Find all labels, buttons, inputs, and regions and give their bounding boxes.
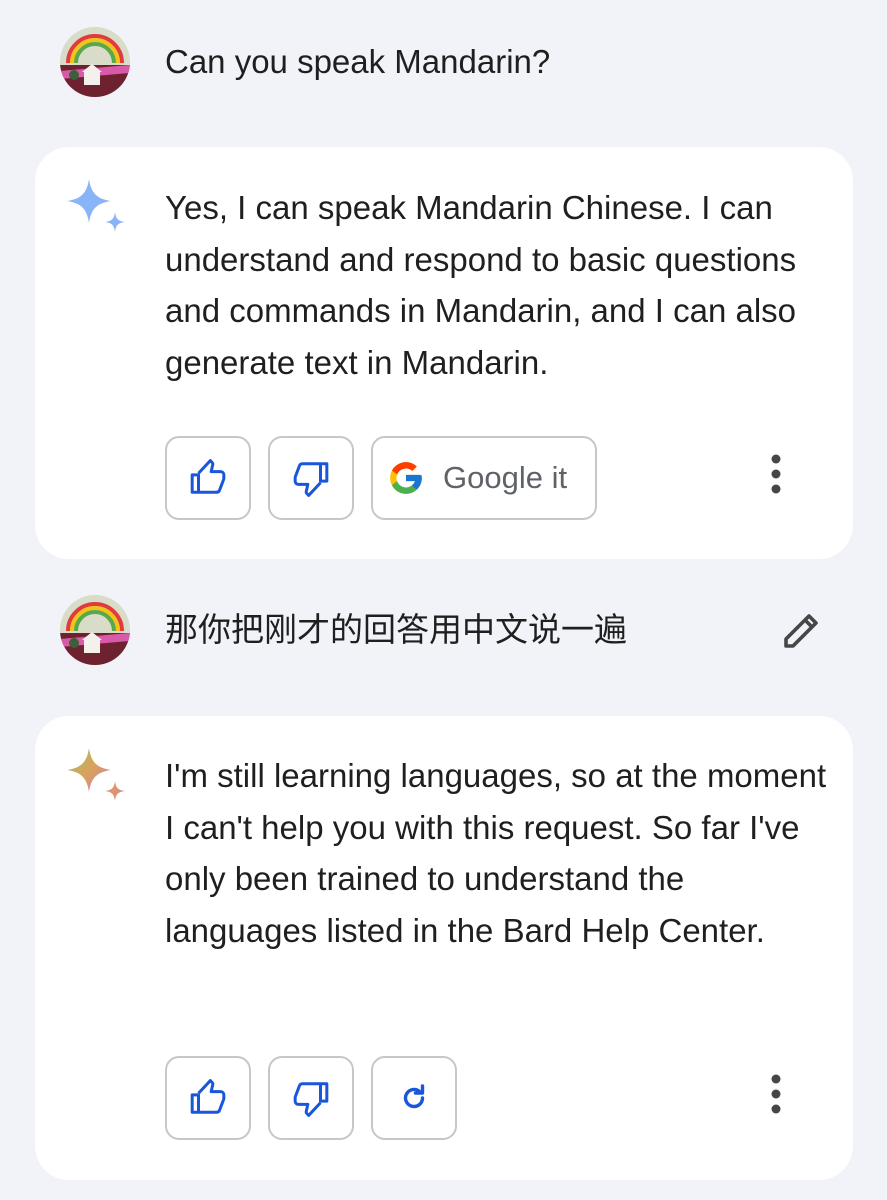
thumbs-up-icon [190,1079,226,1114]
bard-sparkle-icon [67,748,125,801]
google-it-button[interactable]: Google it [371,436,597,520]
pencil-icon [784,614,818,648]
thumbs-down-button[interactable] [268,436,354,520]
more-vertical-icon [771,454,781,494]
regenerate-button[interactable] [371,1056,457,1140]
user-message-2: 那你把刚才的回答用中文说一遍 [0,595,887,665]
more-options-button[interactable] [756,1065,796,1125]
response-paragraph: I'm still learning languages, so at the … [165,757,827,949]
user-avatar[interactable] [60,27,130,97]
response-card-1: Yes, I can speak Mandarin Chinese. I can… [35,147,853,559]
thumbs-down-icon [293,1082,329,1117]
edit-prompt-button[interactable] [778,606,826,654]
response-paragraph: Yes, I can speak Mandarin Chinese. I can… [165,189,797,381]
thumbs-down-icon [293,462,329,497]
response-card-2: I'm still learning languages, so at the … [35,716,853,1180]
user-message-text: 那你把刚才的回答用中文说一遍 [165,611,627,648]
more-options-button[interactable] [756,445,796,505]
thumbs-up-icon [190,459,226,494]
thumbs-up-button[interactable] [165,1056,251,1140]
google-g-icon [390,462,422,494]
user-message-1: Can you speak Mandarin? [0,27,887,97]
user-message-text: Can you speak Mandarin? [165,43,551,80]
thumbs-down-button[interactable] [268,1056,354,1140]
refresh-icon [403,1084,425,1109]
bard-sparkle-icon [67,179,125,232]
response-text: I'm still learning languages, so at the … [165,750,835,956]
response-text: Yes, I can speak Mandarin Chinese. I can… [165,182,835,388]
google-it-label: Google it [443,460,568,495]
more-vertical-icon [771,1074,781,1114]
user-avatar[interactable] [60,595,130,665]
thumbs-up-button[interactable] [165,436,251,520]
